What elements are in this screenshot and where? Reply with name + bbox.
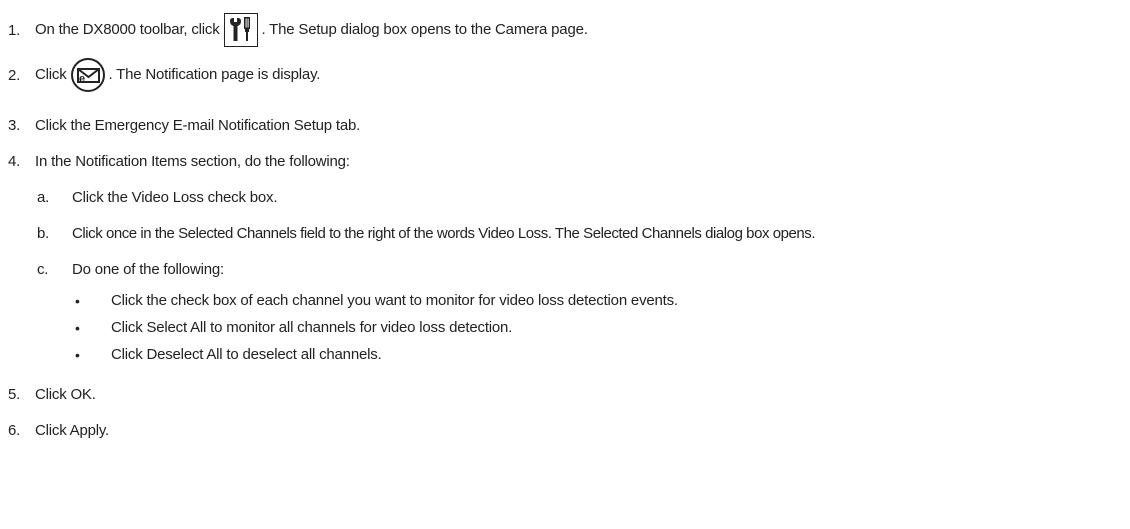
step-number: 6. <box>8 422 21 439</box>
bullet-text: Click Deselect All to deselect all chann… <box>111 346 382 363</box>
svg-text:e: e <box>79 73 85 85</box>
step-text: On the DX8000 toolbar, click <box>35 21 220 38</box>
step-number: 4. <box>8 153 21 170</box>
step-text: Click OK. <box>35 386 96 403</box>
step-number: 2. <box>8 67 21 84</box>
bullet-text: Click Select All to monitor all channels… <box>111 319 513 336</box>
step-text: Click Apply. <box>35 422 110 439</box>
bullet-text: Click the check box of each channel you … <box>111 292 678 309</box>
substep-letter: a. <box>37 189 50 206</box>
substep-text: Do one of the following: <box>72 261 224 278</box>
step-number: 1. <box>8 22 21 39</box>
bullet-mark: • <box>75 347 80 363</box>
email-notification-icon: e <box>70 58 105 92</box>
step-text: In the Notification Items section, do th… <box>35 153 350 170</box>
step-number: 3. <box>8 117 21 134</box>
bullet-mark: • <box>75 293 80 309</box>
step-text-after: . The Setup dialog box opens to the Came… <box>261 21 588 38</box>
tools-icon <box>223 13 258 47</box>
substep-letter: c. <box>37 261 49 278</box>
bullet-mark: • <box>75 320 80 336</box>
step-text: Click the Emergency E-mail Notification … <box>35 117 361 134</box>
step-text: Click <box>35 66 67 83</box>
step-number: 5. <box>8 386 21 403</box>
substep-letter: b. <box>37 225 50 242</box>
substep-text: Click the Video Loss check box. <box>72 189 278 206</box>
step-text-after: . The Notification page is display. <box>108 66 321 83</box>
substep-text: Click once in the Selected Channels fiel… <box>72 225 816 242</box>
